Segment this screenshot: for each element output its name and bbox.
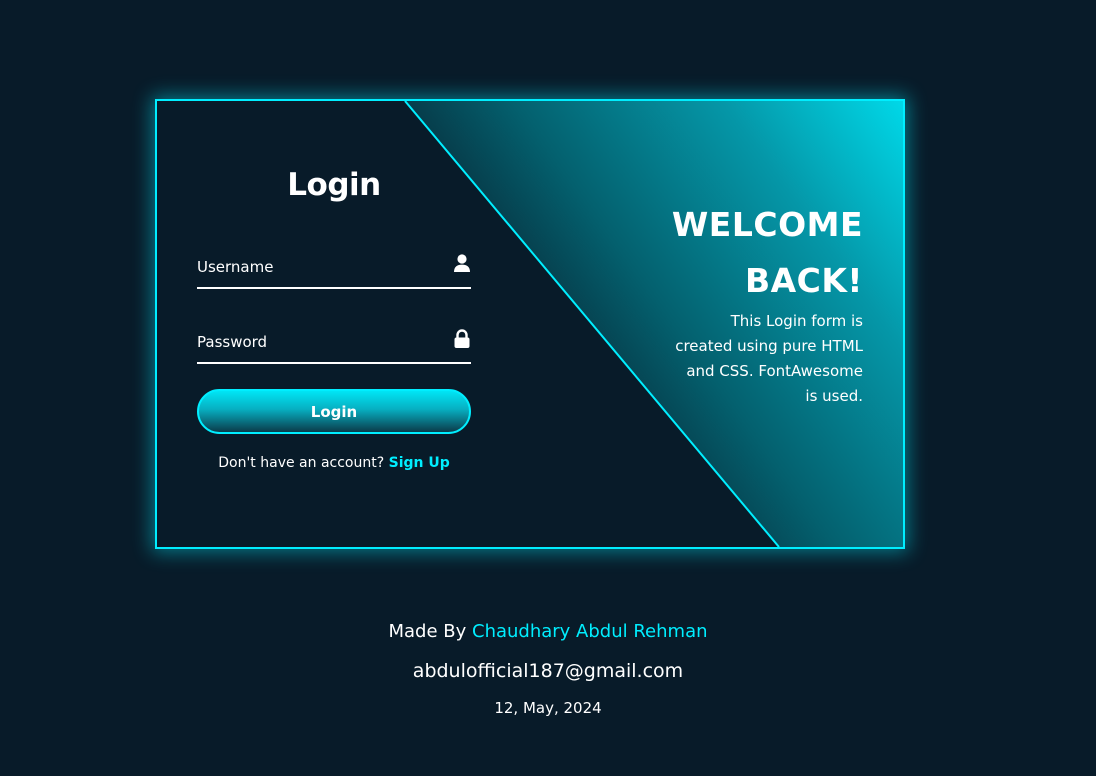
footer-email: abdulofficial187@gmail.com [412, 660, 684, 682]
welcome-heading: WELCOME BACK! [671, 205, 863, 300]
username-input[interactable] [197, 247, 437, 287]
username-field [197, 247, 471, 289]
signup-line: Don't have an account? Sign Up [177, 455, 491, 471]
login-card: Login Login Don't have an account? [155, 99, 905, 549]
password-field [197, 322, 471, 364]
made-by-label: Made By [388, 621, 467, 642]
author-name: Chaudhary Abdul Rehman [472, 621, 708, 642]
welcome-info: WELCOME BACK! This Login form is created… [623, 197, 863, 409]
signup-prompt: Don't have an account? [218, 455, 385, 471]
user-icon [453, 253, 471, 275]
signup-link[interactable]: Sign Up [389, 455, 450, 471]
footer-date: 12, May, 2024 [494, 699, 602, 717]
lock-icon [453, 328, 471, 350]
footer-credit: Made By Chaudhary Abdul Rehman [0, 621, 1096, 642]
login-button[interactable]: Login [197, 389, 471, 434]
welcome-description: This Login form is created using pure HT… [675, 312, 863, 405]
form-title: Login [287, 167, 381, 203]
password-input[interactable] [197, 322, 437, 362]
